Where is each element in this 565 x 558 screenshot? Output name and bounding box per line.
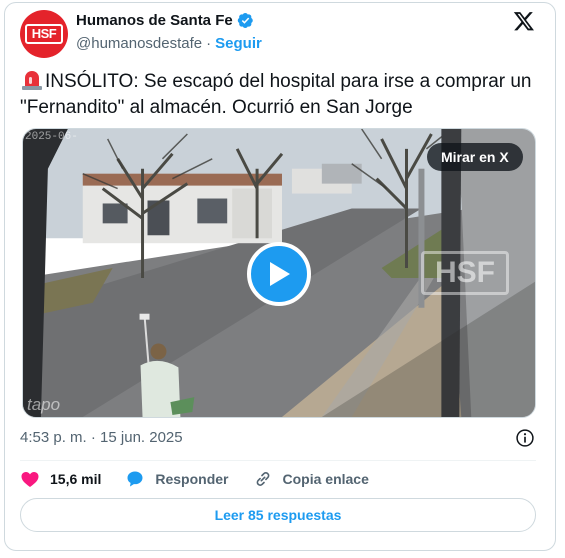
like-button[interactable]: 15,6 mil: [20, 469, 101, 489]
heart-icon: [21, 472, 39, 487]
read-replies-button[interactable]: Leer 85 respuestas: [20, 498, 536, 532]
video-watermark: HSF: [421, 251, 509, 295]
tweet-actions: 15,6 mil Responder Copia enlace: [20, 466, 393, 492]
avatar-logo: HSF: [25, 24, 63, 44]
tweet-body-text: INSÓLITO: Se escapó del hospital para ir…: [20, 71, 532, 118]
copy-link-label: Copia enlace: [282, 471, 369, 487]
tweet-date[interactable]: 15 jun. 2025: [100, 429, 183, 446]
camera-brand-overlay: tapo: [27, 395, 61, 414]
follow-button[interactable]: Seguir: [215, 35, 262, 52]
tweet-text: INSÓLITO: Se escapó del hospital para ir…: [20, 68, 540, 121]
video-player[interactable]: 2025-06- HSF tapo Mirar en X: [22, 128, 536, 418]
reply-bubble-icon: [127, 471, 143, 487]
play-icon: [270, 262, 290, 286]
like-count: 15,6 mil: [50, 471, 102, 487]
handle-separator: ·: [206, 35, 212, 52]
account-handle[interactable]: @humanosdestafe: [76, 35, 202, 52]
verified-badge-icon: [237, 13, 253, 28]
account-name-row: Humanos de Santa Fe: [76, 12, 254, 29]
reply-button[interactable]: Responder: [125, 469, 229, 489]
x-logo-icon[interactable]: [513, 10, 535, 32]
rotating-light-icon: [22, 71, 42, 90]
link-icon: [256, 472, 269, 486]
video-timestamp-overlay: 2025-06-: [25, 131, 78, 143]
tweet-time[interactable]: 4:53 p. m.: [20, 429, 87, 446]
avatar[interactable]: HSF: [20, 10, 68, 58]
watch-on-x-button[interactable]: Mirar en X: [427, 143, 523, 171]
play-button[interactable]: [247, 242, 311, 306]
display-name[interactable]: Humanos de Santa Fe: [76, 12, 233, 29]
meta-separator: ·: [90, 429, 96, 446]
reply-label: Responder: [155, 471, 229, 487]
divider: [20, 460, 536, 461]
handle-row: @humanosdestafe · Seguir: [76, 35, 262, 52]
info-icon[interactable]: [515, 428, 535, 448]
tweet-metadata: 4:53 p. m. · 15 jun. 2025: [20, 429, 183, 446]
copy-link-button[interactable]: Copia enlace: [253, 469, 369, 489]
